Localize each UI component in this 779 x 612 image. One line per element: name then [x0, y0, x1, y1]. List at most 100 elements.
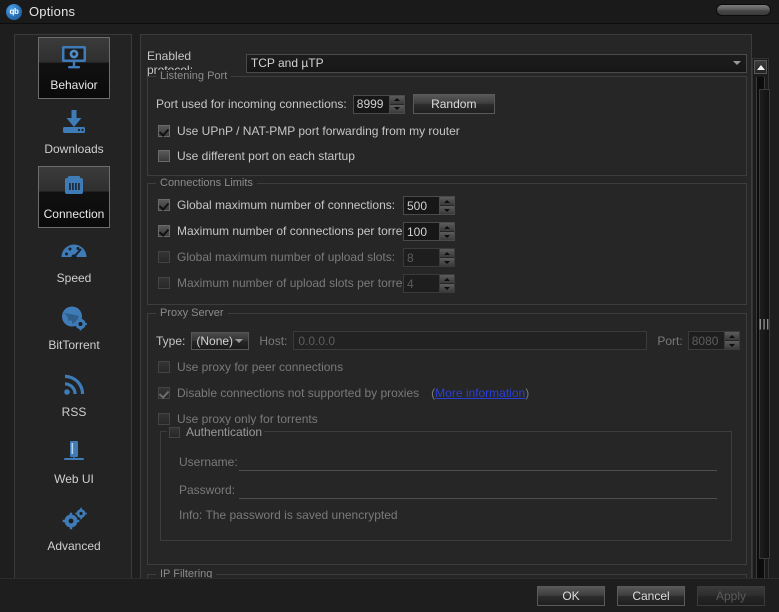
sidebar-item-web-ui[interactable]: Web UI [15, 429, 131, 496]
spinner-up-icon[interactable] [440, 275, 454, 284]
proxy-server-group: Proxy Server Type: (None) Host: 0.0.0.0 … [147, 307, 747, 565]
scrollbar-track[interactable]: ||| [756, 77, 770, 585]
qbittorrent-logo-icon: qb [6, 3, 22, 20]
spinner-down-icon[interactable] [440, 258, 454, 266]
proxy-peer-label: Use proxy for peer connections [177, 360, 344, 374]
proxy-port-value[interactable]: 8080 [687, 331, 724, 350]
max-upload-slots-per-torrent-checkbox[interactable] [158, 277, 170, 289]
cancel-button[interactable]: Cancel [617, 586, 685, 606]
ok-button[interactable]: OK [537, 586, 605, 606]
max-upload-slots-per-torrent-spinner[interactable]: 4 [403, 274, 455, 293]
incoming-port-value[interactable]: 8999 [352, 94, 389, 114]
proxy-peer-row[interactable]: Use proxy for peer connections [158, 360, 343, 374]
incoming-port-spinner[interactable]: 8999 [352, 94, 405, 114]
server-rack-icon [57, 435, 91, 469]
global-max-upload-slots-checkbox[interactable] [158, 251, 170, 263]
sidebar-item-label: Behavior [50, 78, 98, 92]
global-max-connections-checkbox[interactable] [158, 199, 170, 211]
spinner-up-icon[interactable] [440, 249, 454, 258]
spinner-down-icon[interactable] [724, 341, 739, 349]
max-connections-per-torrent-checkbox[interactable] [158, 225, 170, 237]
panel-vertical-scrollbar[interactable]: ||| [752, 58, 770, 604]
proxy-type-select[interactable]: (None) [191, 331, 250, 350]
monitor-gear-icon [57, 41, 91, 75]
speedometer-icon [57, 234, 91, 268]
spinner-buttons[interactable] [439, 222, 455, 241]
sidebar-item-advanced[interactable]: Advanced [15, 496, 131, 563]
more-info-close-paren: ) [525, 386, 530, 400]
spinner-buttons[interactable] [439, 196, 455, 215]
authentication-checkbox[interactable] [169, 426, 180, 438]
connections-limits-group-title: Connections Limits [156, 177, 257, 189]
scroll-up-arrow-icon[interactable] [754, 60, 767, 74]
spinner-down-icon[interactable] [440, 284, 454, 292]
proxy-peer-checkbox[interactable] [158, 361, 170, 373]
spinner-down-icon[interactable] [440, 232, 454, 240]
sidebar-item-bittorrent[interactable]: BitTorrent [15, 295, 131, 362]
sidebar-item-rss[interactable]: RSS [15, 362, 131, 429]
proxy-host-label: Host: [259, 333, 288, 348]
chevron-down-icon [235, 338, 244, 343]
username-field[interactable] [239, 452, 717, 471]
max-connections-per-torrent-value[interactable]: 100 [403, 222, 439, 241]
sidebar-item-behavior[interactable]: Behavior [38, 37, 110, 99]
upnp-checkbox[interactable] [158, 125, 170, 137]
proxy-torrents-only-checkbox[interactable] [158, 413, 170, 425]
proxy-host-field[interactable]: 0.0.0.0 [293, 331, 648, 350]
upnp-row[interactable]: Use UPnP / NAT-PMP port forwarding from … [158, 124, 460, 138]
max-upload-slots-per-torrent-value[interactable]: 4 [403, 274, 439, 293]
dialog-body: Behavior Downloads Connection Speed BitT… [0, 24, 779, 612]
authentication-group-title: Authentication [186, 425, 263, 439]
global-max-upload-slots-spinner[interactable]: 8 [403, 248, 455, 267]
proxy-port-spinner[interactable]: 8080 [687, 331, 740, 350]
sidebar-item-label: Downloads [44, 142, 104, 156]
proxy-disable-checkbox[interactable] [158, 387, 170, 399]
gears-icon [57, 502, 91, 536]
incoming-port-spinner-buttons[interactable] [388, 94, 405, 114]
enabled-protocol-select[interactable]: TCP and µTP [245, 53, 747, 73]
sidebar-item-label: Connection [43, 207, 105, 221]
scroll-thumb-grip-icon: ||| [758, 317, 771, 330]
sidebar-item-speed[interactable]: Speed [15, 228, 131, 295]
window-title: Options [29, 4, 76, 19]
proxy-disable-row[interactable]: Disable connections not supported by pro… [158, 386, 529, 400]
apply-button: Apply [697, 586, 765, 606]
spinner-buttons[interactable] [723, 331, 740, 350]
spinner-up-icon[interactable] [440, 197, 454, 206]
title-bar: qb Options [0, 0, 779, 24]
proxy-type-label: Type: [156, 333, 186, 348]
global-max-connections-value[interactable]: 500 [403, 196, 439, 215]
spinner-buttons[interactable] [439, 248, 455, 267]
sidebar-item-downloads[interactable]: Downloads [15, 99, 131, 166]
enabled-protocol-row: Enabled protocol: TCP and µTP [147, 49, 747, 77]
sidebar-item-label: Advanced [47, 539, 101, 553]
max-upload-slots-per-torrent-label: Maximum number of upload slots per torre… [177, 276, 416, 290]
random-port-button[interactable]: Random [412, 94, 495, 114]
spinner-down-icon[interactable] [440, 206, 454, 214]
proxy-type-value: (None) [196, 333, 234, 348]
spinner-up-icon[interactable] [389, 95, 404, 105]
window-controls-pill-icon[interactable] [716, 4, 771, 16]
spinner-up-icon[interactable] [440, 223, 454, 232]
sidebar-item-label: Web UI [54, 472, 94, 486]
global-max-upload-slots-value[interactable]: 8 [403, 248, 439, 267]
more-information-link[interactable]: More information [435, 386, 525, 400]
spinner-down-icon[interactable] [389, 104, 404, 113]
connection-settings-panel: Enabled protocol: TCP and µTP Listening … [140, 34, 752, 580]
proxy-host-value: 0.0.0.0 [298, 333, 336, 348]
settings-sidebar: Behavior Downloads Connection Speed BitT… [14, 34, 132, 580]
download-arrow-icon [57, 105, 91, 139]
global-max-connections-spinner[interactable]: 500 [403, 196, 455, 215]
proxy-torrents-only-row[interactable]: Use proxy only for torrents [158, 412, 318, 426]
spinner-up-icon[interactable] [724, 332, 739, 341]
enabled-protocol-value: TCP and µTP [250, 56, 324, 70]
proxy-server-group-title: Proxy Server [156, 307, 228, 319]
different-port-row[interactable]: Use different port on each startup [158, 149, 355, 163]
password-info-text: Info: The password is saved unencrypted [179, 508, 398, 522]
password-field[interactable] [239, 480, 717, 499]
scrollbar-thumb[interactable]: ||| [759, 89, 770, 559]
spinner-buttons[interactable] [439, 274, 455, 293]
sidebar-item-connection[interactable]: Connection [38, 166, 110, 228]
max-connections-per-torrent-spinner[interactable]: 100 [403, 222, 455, 241]
different-port-checkbox[interactable] [158, 150, 170, 162]
